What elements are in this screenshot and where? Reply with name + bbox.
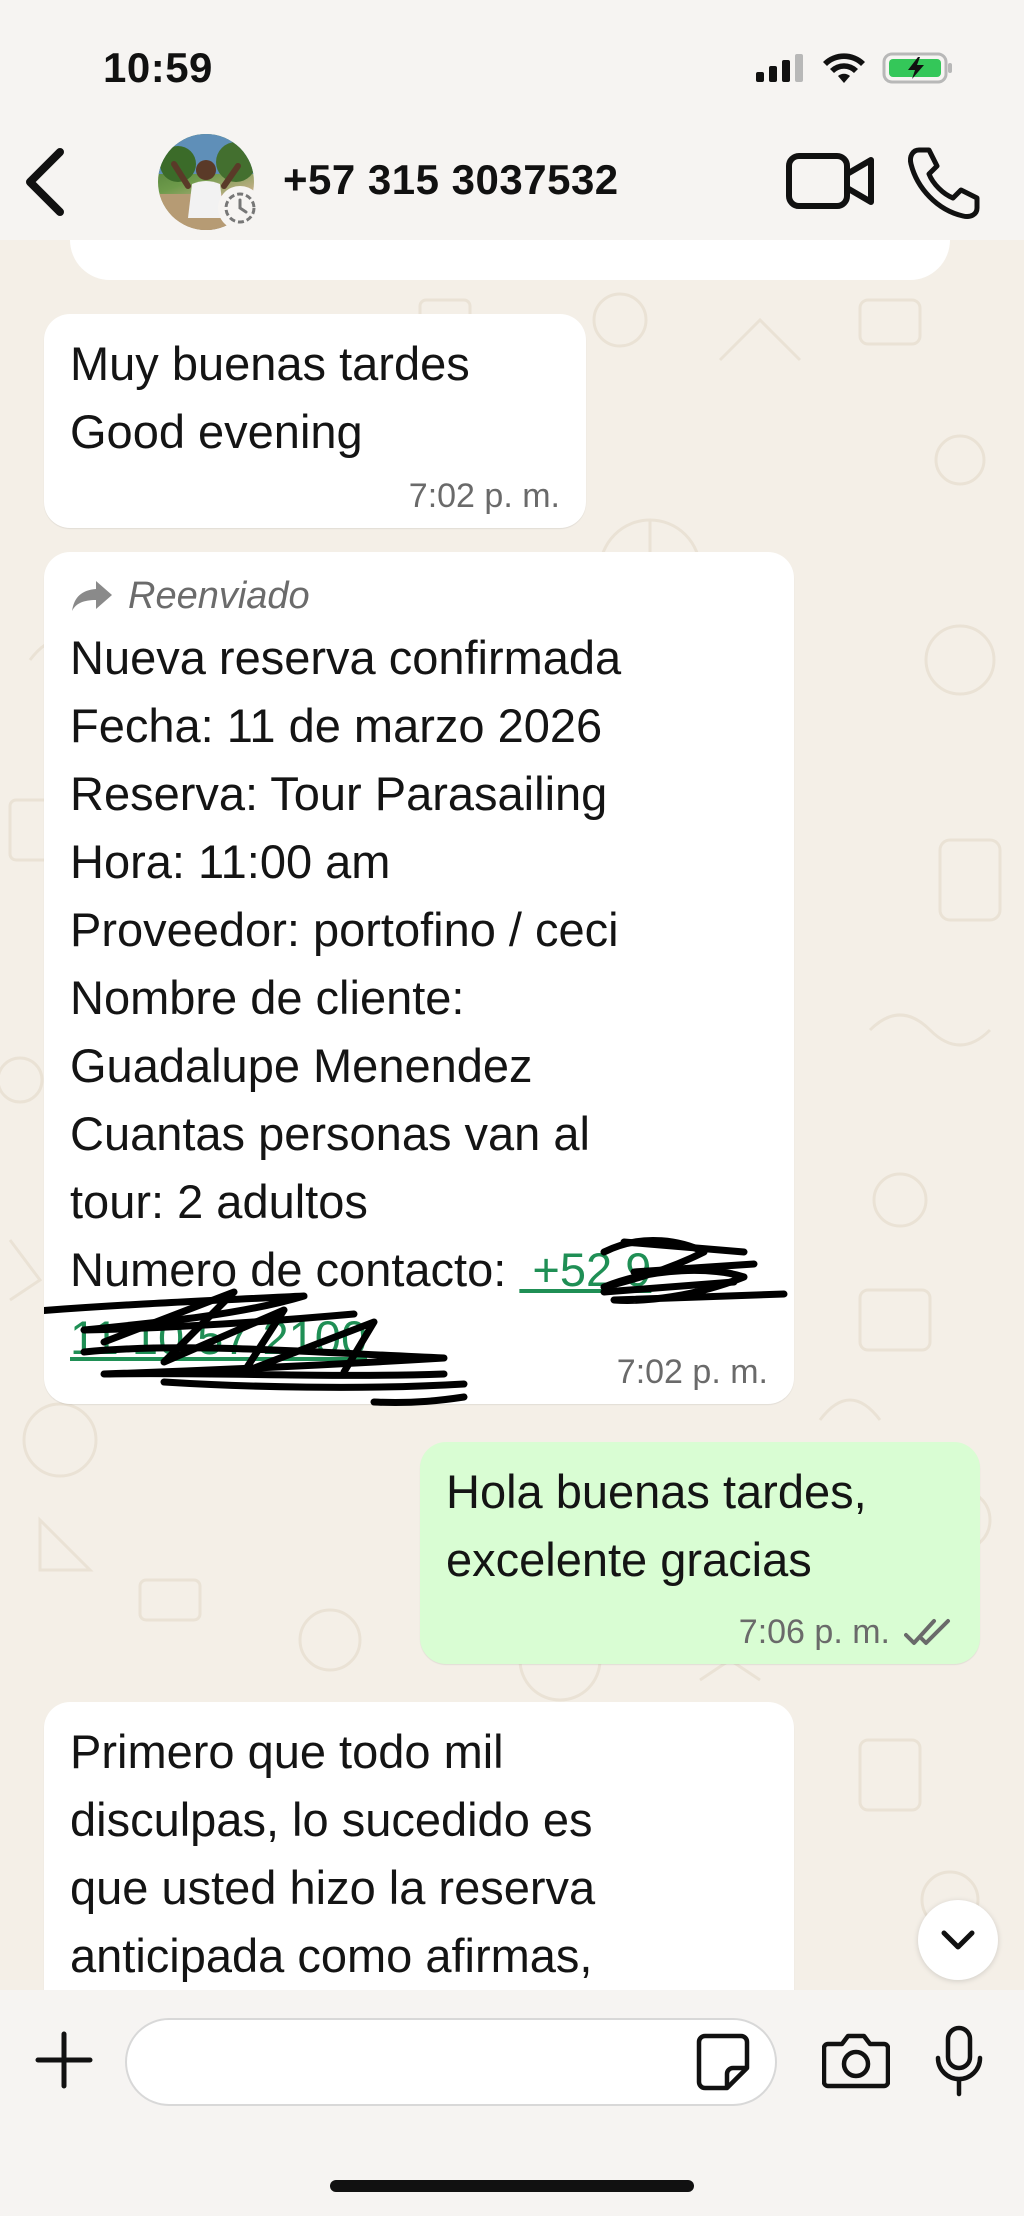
- microphone-icon[interactable]: [932, 2024, 986, 2098]
- message-line: disculpas, lo sucedido es: [70, 1793, 593, 1846]
- message-line: Cuantas personas van al: [70, 1107, 590, 1160]
- forward-arrow-icon: [72, 581, 112, 611]
- message-line: Reserva: Tour Parasailing: [70, 767, 608, 820]
- double-check-icon: [904, 1619, 950, 1645]
- message-time: 7:06 p. m.: [738, 1613, 890, 1651]
- forwarded-message[interactable]: Reenviado Nueva reserva confirmada Fecha…: [44, 552, 794, 1407]
- message-line: tour: 2 adultos: [70, 1175, 368, 1228]
- message-line: Primero que todo mil: [70, 1725, 504, 1778]
- chevron-left-icon[interactable]: [18, 142, 78, 222]
- message-input[interactable]: [125, 2018, 777, 2106]
- redacted-phone-link[interactable]: +52 9: [519, 1243, 651, 1296]
- message-line: Guadalupe Menendez: [70, 1039, 533, 1092]
- message-line: Hola buenas tardes,: [446, 1465, 867, 1518]
- phone-icon[interactable]: [905, 144, 983, 222]
- incoming-message[interactable]: Muy buenas tardes Good evening 7:02 p. m…: [44, 314, 586, 528]
- contact-name[interactable]: +57 315 3037532: [283, 156, 619, 204]
- chat-area[interactable]: Muy buenas tardes Good evening 7:02 p. m…: [0, 240, 1024, 1990]
- message-line: anticipada como afirmas,: [70, 1929, 593, 1982]
- forwarded-label: Reenviado: [70, 568, 768, 624]
- message-line: Nombre de cliente:: [70, 971, 465, 1024]
- battery-icon: [882, 52, 952, 84]
- previous-message-bubble: [70, 240, 950, 280]
- forwarded-text: Reenviado: [128, 575, 310, 617]
- chat-header: +57 315 3037532: [0, 130, 1024, 230]
- message-line: Good evening: [70, 405, 363, 458]
- status-icons: [754, 48, 954, 88]
- sticker-icon[interactable]: [695, 2032, 751, 2092]
- wifi-icon: [823, 53, 865, 83]
- scroll-to-bottom-button[interactable]: [918, 1900, 998, 1980]
- message-line: Fecha: 11 de marzo 2026: [70, 699, 603, 752]
- message-line: Hora: 11:00 am: [70, 835, 391, 888]
- chevron-down-icon: [941, 1930, 975, 1950]
- message-line: Muy buenas tardes: [70, 337, 470, 390]
- plus-icon[interactable]: [34, 2030, 94, 2090]
- incoming-message[interactable]: Primero que todo mil disculpas, lo suced…: [44, 1702, 794, 1990]
- message-meta: 7:06 p. m.: [739, 1612, 954, 1652]
- top-bar: 10:59 +57 315 3037532: [0, 0, 1024, 240]
- message-line: Proveedor: portofino / ceci: [70, 903, 619, 956]
- composer-bar: [0, 1990, 1024, 2216]
- home-indicator[interactable]: [330, 2180, 694, 2192]
- signal-icon: [756, 54, 803, 82]
- message-time: 7:02 p. m.: [408, 477, 560, 515]
- outgoing-message[interactable]: Hola buenas tardes, excelente gracias 7:…: [420, 1442, 980, 1664]
- message-time: 7:02 p. m.: [616, 1353, 768, 1391]
- disappearing-timer-icon: [218, 186, 262, 230]
- message-line: excelente gracias: [446, 1533, 812, 1586]
- message-line: que usted hizo la reserva: [70, 1861, 596, 1914]
- contact-label: Numero de contacto:: [70, 1243, 507, 1296]
- contact-line: Numero de contacto: +52 9: [70, 1236, 768, 1304]
- video-camera-icon[interactable]: [785, 150, 877, 212]
- redacted-phone-link-2[interactable]: 11 10 57 2100: [70, 1311, 367, 1364]
- status-time: 10:59: [103, 44, 213, 91]
- camera-icon[interactable]: [822, 2030, 890, 2090]
- message-line: Nueva reserva confirmada: [70, 631, 622, 684]
